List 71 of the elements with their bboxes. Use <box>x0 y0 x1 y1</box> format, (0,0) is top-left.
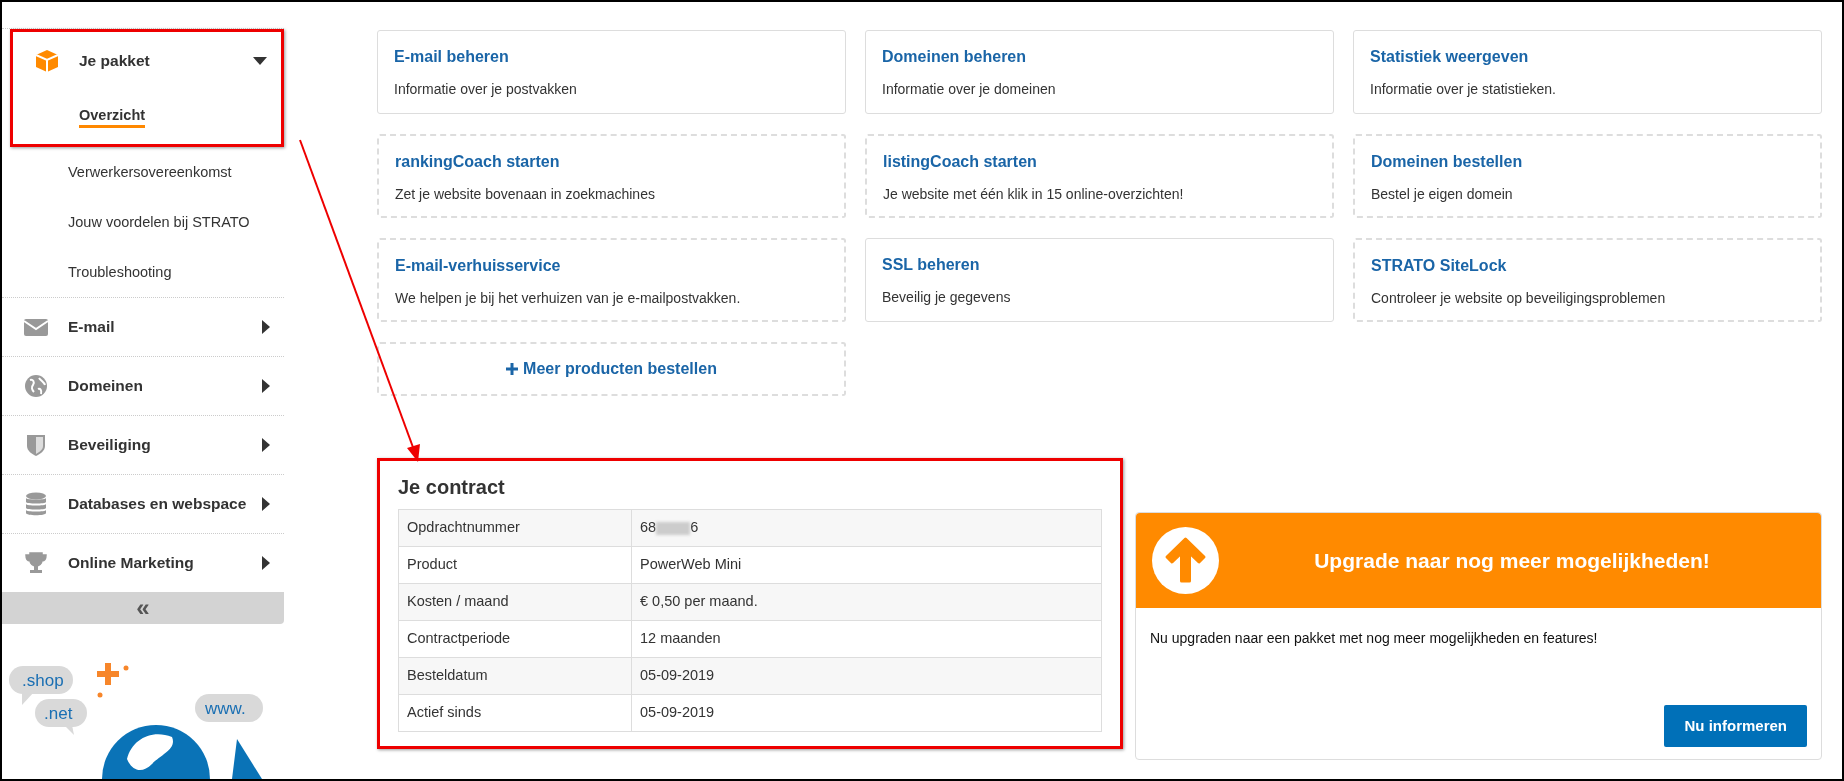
caret-icon <box>262 320 270 334</box>
sidebar-group[interactable]: Databases en webspace <box>2 475 284 533</box>
table-cell: 12 maanden <box>631 620 1102 658</box>
tile-description: Informatie over je statistieken. <box>1370 80 1557 99</box>
speech-bubble <box>35 699 87 735</box>
caret-icon <box>262 379 270 393</box>
product-tile[interactable]: Domeinen beheren Informatie over je domeinen <box>865 30 1334 114</box>
collapse-button[interactable]: « <box>2 592 284 624</box>
product-tile[interactable]: Domeinen bestellen Bestel je eigen domein <box>1353 134 1822 218</box>
product-tile[interactable]: E-mail beheren Informatie over je postvakken <box>377 30 846 114</box>
tile-description: Zet je website bovenaan in zoekmachines <box>395 185 656 204</box>
table-cell: Besteldatum <box>398 657 632 695</box>
table-cell: Opdrachtnummer <box>398 509 632 547</box>
tile-title[interactable]: E-mail beheren <box>394 45 509 69</box>
tile-description: Controleer je website op beveiligingsproblemen <box>1371 289 1667 308</box>
table-cell: € 0,50 per maand. <box>631 583 1102 621</box>
upgrade-title: Upgrade naar nog meer mogelijkheden! <box>1313 547 1711 574</box>
tile-description: Informatie over je domeinen <box>882 80 1057 99</box>
globe-icon <box>22 373 50 399</box>
sidebar-link[interactable]: Jouw voordelen bij STRATO <box>68 212 250 232</box>
product-tile[interactable]: Statistiek weergeven Informatie over je statistieken. <box>1353 30 1822 114</box>
tile-title[interactable]: SSL beheren <box>882 253 980 277</box>
tile-description: Je website met één klik in 15 online-overzichten! <box>883 185 1185 204</box>
table-cell: 05-09-2019 <box>631 694 1102 732</box>
tile-title[interactable]: Statistiek weergeven <box>1370 45 1529 69</box>
table-cell: Contractperiode <box>398 620 632 658</box>
sidebar-group[interactable]: Beveiliging <box>2 416 284 474</box>
plus-icon <box>506 363 519 375</box>
caret-icon <box>262 438 270 452</box>
table-cell: Kosten / maand <box>398 583 632 621</box>
tile-title[interactable]: rankingCoach starten <box>395 150 560 174</box>
table-cell: 68 6 <box>631 509 1102 547</box>
tile-title[interactable]: listingCoach starten <box>883 150 1037 174</box>
sidebar-link[interactable]: Verwerkersovereenkomst <box>68 162 232 182</box>
product-tile[interactable]: listingCoach starten Je website met één klik in 15 online-overzichten! <box>865 134 1334 218</box>
sidebar-group[interactable]: Online Marketing <box>2 534 284 592</box>
caret-icon <box>262 556 270 570</box>
tile-description: Beveilig je gegevens <box>882 288 1012 307</box>
table-cell: Actief sinds <box>398 694 632 732</box>
tile-description: Informatie over je postvakken <box>394 80 578 99</box>
bubble-text: .shop <box>22 671 64 690</box>
product-tile[interactable]: rankingCoach starten Zet je website bovenaan in zoekmachines <box>377 134 846 218</box>
tile-description: Bestel je eigen domein <box>1371 185 1514 204</box>
sidebar-group[interactable]: Je pakket <box>13 32 281 90</box>
caret-icon <box>253 57 267 65</box>
order-more-link[interactable]: Meer producten bestellen <box>506 357 717 381</box>
sidebar-link[interactable]: Overzicht <box>79 105 146 128</box>
sidebar-group[interactable]: E-mail <box>2 298 284 356</box>
product-tile[interactable]: E-mail-verhuisservice We helpen je bij het verhuizen van je e-mailpostvakken. <box>377 238 846 322</box>
speech-bubble <box>195 694 263 722</box>
product-tile[interactable]: Meer producten bestellen <box>377 342 846 396</box>
table-cell: 05-09-2019 <box>631 657 1102 695</box>
bubble-text: www. <box>205 699 246 718</box>
product-tile[interactable]: STRATO SiteLock Controleer je website op beveiligingsproblemen <box>1353 238 1822 322</box>
tile-title[interactable]: Domeinen bestellen <box>1371 150 1523 174</box>
tile-title[interactable]: STRATO SiteLock <box>1371 254 1507 278</box>
tile-title[interactable]: E-mail-verhuisservice <box>395 254 561 278</box>
trophy-icon <box>22 550 50 576</box>
table-cell: PowerWeb Mini <box>631 546 1102 584</box>
table-cell: Product <box>398 546 632 584</box>
sidebar-group[interactable]: Domeinen <box>2 357 284 415</box>
product-tile[interactable]: SSL beheren Beveilig je gegevens <box>865 238 1334 322</box>
caret-icon <box>262 497 270 511</box>
tile-title[interactable]: Domeinen beheren <box>882 45 1027 69</box>
contract-title: Je contract <box>398 475 506 499</box>
bubble-text: .net <box>44 704 73 723</box>
upgrade-text: Nu upgraden naar een pakket met nog meer mogelijkheden en features! <box>1150 629 1599 648</box>
tile-description: We helpen je bij het verhuizen van je e-mailpostvakken. <box>395 289 742 308</box>
info-button[interactable]: Nu informeren <box>1664 704 1807 747</box>
sidebar-link[interactable]: Troubleshooting <box>68 262 172 282</box>
box-icon <box>33 48 61 74</box>
